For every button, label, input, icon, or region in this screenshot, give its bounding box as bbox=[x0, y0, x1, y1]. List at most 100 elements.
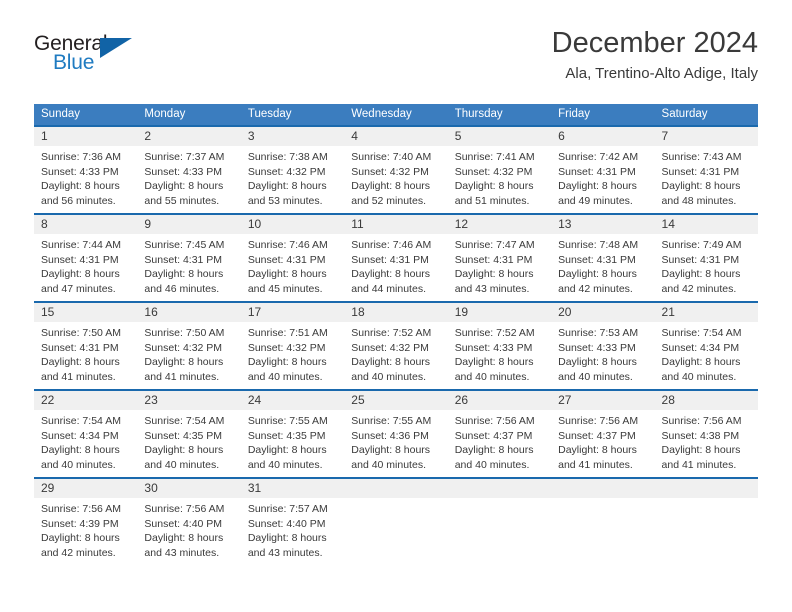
daylight-line-2: and 40 minutes. bbox=[351, 458, 426, 471]
day-number: 15 bbox=[41, 305, 55, 319]
day-number: 4 bbox=[351, 129, 358, 143]
sunset-line: Sunset: 4:31 PM bbox=[41, 253, 119, 266]
day-number: 13 bbox=[558, 217, 572, 231]
location-subtitle: Ala, Trentino-Alto Adige, Italy bbox=[565, 65, 758, 82]
day-cell[interactable]: 14 Sunrise: 7:49 AM Sunset: 4:31 PM Dayligh… bbox=[654, 215, 758, 301]
day-cell[interactable]: 21 Sunrise: 7:54 AM Sunset: 4:34 PM Dayligh… bbox=[654, 303, 758, 389]
day-info: Sunrise: 7:55 AM Sunset: 4:35 PM Daylight:… bbox=[241, 410, 344, 472]
day-cell[interactable]: 19 Sunrise: 7:52 AM Sunset: 4:33 PM Dayligh… bbox=[447, 303, 552, 389]
daylight-line-1: Daylight: 8 hours bbox=[247, 268, 327, 280]
day-cell[interactable]: 25 Sunrise: 7:55 AM Sunset: 4:36 PM Dayligh… bbox=[344, 391, 448, 477]
sunrise-line: Sunrise: 7:56 AM bbox=[144, 503, 225, 515]
daylight-line-2: and 43 minutes. bbox=[144, 546, 220, 559]
day-cell[interactable]: 16 Sunrise: 7:50 AM Sunset: 4:32 PM Dayligh… bbox=[137, 303, 241, 389]
daylight-line-2: and 42 minutes. bbox=[41, 546, 116, 559]
day-cell[interactable]: 10 Sunrise: 7:46 AM Sunset: 4:31 PM Dayligh… bbox=[240, 215, 345, 301]
day-cell[interactable]: 13 Sunrise: 7:48 AM Sunset: 4:31 PM Dayligh… bbox=[551, 215, 655, 301]
daylight-line-2: and 40 minutes. bbox=[454, 458, 530, 471]
sunrise-line: Sunrise: 7:52 AM bbox=[351, 327, 432, 339]
day-cell[interactable]: 6 Sunrise: 7:42 AM Sunset: 4:31 PM Daylight… bbox=[551, 127, 655, 213]
day-cell[interactable]: 24 Sunrise: 7:55 AM Sunset: 4:35 PM Dayligh… bbox=[240, 391, 345, 477]
day-cell[interactable]: 3 Sunrise: 7:38 AM Sunset: 4:32 PM Daylight… bbox=[240, 127, 345, 213]
daylight-line-1: Daylight: 8 hours bbox=[351, 268, 431, 280]
sunrise-line: Sunrise: 7:54 AM bbox=[144, 415, 225, 427]
sunset-line: Sunset: 4:32 PM bbox=[144, 341, 223, 354]
daylight-line-1: Daylight: 8 hours bbox=[454, 180, 534, 192]
day-info: Sunrise: 7:47 AM Sunset: 4:31 PM Daylight:… bbox=[448, 234, 551, 296]
sunrise-line: Sunrise: 7:46 AM bbox=[351, 239, 432, 251]
day-cell[interactable]: 28 Sunrise: 7:56 AM Sunset: 4:38 PM Dayligh… bbox=[654, 391, 758, 477]
day-cell[interactable]: 11 Sunrise: 7:46 AM Sunset: 4:31 PM Dayligh… bbox=[344, 215, 448, 301]
day-number: 31 bbox=[247, 481, 262, 495]
day-number: 16 bbox=[144, 305, 158, 319]
daylight-line-2: and 41 minutes. bbox=[558, 458, 633, 471]
sunrise-line: Sunrise: 7:49 AM bbox=[661, 239, 742, 251]
day-cell[interactable]: 26 Sunrise: 7:56 AM Sunset: 4:37 PM Dayligh… bbox=[447, 391, 552, 477]
week-row: 15 Sunrise: 7:50 AM Sunset: 4:31 PM Dayligh… bbox=[34, 301, 758, 389]
day-number: 28 bbox=[661, 393, 675, 407]
day-cell[interactable]: 7 Sunrise: 7:43 AM Sunset: 4:31 PM Daylight… bbox=[654, 127, 758, 213]
day-cell[interactable]: 8 Sunrise: 7:44 AM Sunset: 4:31 PM Daylight… bbox=[34, 215, 138, 301]
sunset-line: Sunset: 4:33 PM bbox=[41, 165, 119, 178]
day-cell[interactable]: 12 Sunrise: 7:47 AM Sunset: 4:31 PM Dayligh… bbox=[447, 215, 552, 301]
daylight-line-1: Daylight: 8 hours bbox=[41, 532, 120, 544]
day-info: Sunrise: 7:56 AM Sunset: 4:37 PM Daylight:… bbox=[448, 410, 551, 472]
day-cell[interactable]: 1 Sunrise: 7:36 AM Sunset: 4:33 PM Daylight… bbox=[34, 127, 138, 213]
general-blue-logo[interactable]: General Blue bbox=[34, 32, 154, 88]
sunrise-line: Sunrise: 7:50 AM bbox=[41, 327, 121, 339]
day-cell-empty bbox=[447, 479, 552, 565]
day-number-band: 15 bbox=[34, 303, 138, 322]
sunset-line: Sunset: 4:32 PM bbox=[247, 341, 326, 354]
sunset-line: Sunset: 4:33 PM bbox=[144, 165, 223, 178]
day-cell[interactable]: 31 Sunrise: 7:57 AM Sunset: 4:40 PM Dayligh… bbox=[240, 479, 345, 565]
daylight-line-2: and 43 minutes. bbox=[454, 282, 530, 295]
day-number: 1 bbox=[41, 129, 48, 143]
day-number: 18 bbox=[351, 305, 365, 319]
day-info: Sunrise: 7:43 AM Sunset: 4:31 PM Daylight:… bbox=[655, 146, 758, 208]
daylight-line-1: Daylight: 8 hours bbox=[144, 532, 224, 544]
sunset-line: Sunset: 4:35 PM bbox=[144, 429, 223, 442]
day-cell[interactable]: 17 Sunrise: 7:51 AM Sunset: 4:32 PM Dayligh… bbox=[240, 303, 345, 389]
sunset-line: Sunset: 4:31 PM bbox=[41, 341, 119, 354]
day-info: Sunrise: 7:56 AM Sunset: 4:38 PM Daylight:… bbox=[655, 410, 758, 472]
day-cell[interactable]: 15 Sunrise: 7:50 AM Sunset: 4:31 PM Dayligh… bbox=[34, 303, 138, 389]
sunrise-line: Sunrise: 7:44 AM bbox=[41, 239, 121, 251]
day-cell[interactable]: 5 Sunrise: 7:41 AM Sunset: 4:32 PM Daylight… bbox=[447, 127, 552, 213]
day-cell-empty bbox=[654, 479, 758, 565]
daylight-line-1: Daylight: 8 hours bbox=[144, 268, 224, 280]
day-cell[interactable]: 23 Sunrise: 7:54 AM Sunset: 4:35 PM Dayligh… bbox=[137, 391, 241, 477]
day-number: 21 bbox=[661, 305, 675, 319]
day-number-band: 11 bbox=[344, 215, 448, 234]
day-number-band bbox=[344, 479, 448, 498]
day-cell[interactable]: 29 Sunrise: 7:56 AM Sunset: 4:39 PM Dayligh… bbox=[34, 479, 138, 565]
day-cell[interactable]: 18 Sunrise: 7:52 AM Sunset: 4:32 PM Dayligh… bbox=[344, 303, 448, 389]
daylight-line-2: and 40 minutes. bbox=[247, 458, 323, 471]
day-cell[interactable]: 2 Sunrise: 7:37 AM Sunset: 4:33 PM Daylight… bbox=[137, 127, 241, 213]
day-info: Sunrise: 7:42 AM Sunset: 4:31 PM Daylight:… bbox=[551, 146, 654, 208]
daylight-line-1: Daylight: 8 hours bbox=[247, 532, 327, 544]
sunset-line: Sunset: 4:32 PM bbox=[351, 341, 429, 354]
day-number: 17 bbox=[247, 305, 262, 319]
day-cell[interactable]: 4 Sunrise: 7:40 AM Sunset: 4:32 PM Daylight… bbox=[344, 127, 448, 213]
weekday-header-sunday: Sunday bbox=[41, 108, 81, 120]
day-cell[interactable]: 20 Sunrise: 7:53 AM Sunset: 4:33 PM Dayligh… bbox=[551, 303, 655, 389]
day-cell[interactable]: 27 Sunrise: 7:56 AM Sunset: 4:37 PM Dayligh… bbox=[551, 391, 655, 477]
sunset-line: Sunset: 4:34 PM bbox=[661, 341, 740, 354]
title-block: December 2024 Ala, Trentino-Alto Adige, … bbox=[552, 26, 758, 83]
calendar-grid: Sunday Monday Tuesday Wednesday Thursday… bbox=[34, 104, 758, 565]
sunset-line: Sunset: 4:37 PM bbox=[558, 429, 636, 442]
day-number-band: 13 bbox=[551, 215, 655, 234]
sunset-line: Sunset: 4:31 PM bbox=[661, 253, 740, 266]
daylight-line-1: Daylight: 8 hours bbox=[558, 180, 637, 192]
daylight-line-1: Daylight: 8 hours bbox=[41, 268, 120, 280]
day-number: 23 bbox=[144, 393, 158, 407]
daylight-line-2: and 42 minutes. bbox=[661, 282, 737, 295]
daylight-line-2: and 56 minutes. bbox=[41, 194, 116, 207]
day-cell[interactable]: 22 Sunrise: 7:54 AM Sunset: 4:34 PM Dayligh… bbox=[34, 391, 138, 477]
day-cell[interactable]: 30 Sunrise: 7:56 AM Sunset: 4:40 PM Dayligh… bbox=[137, 479, 241, 565]
daylight-line-1: Daylight: 8 hours bbox=[351, 356, 431, 368]
day-number-band: 22 bbox=[34, 391, 138, 410]
day-cell[interactable]: 9 Sunrise: 7:45 AM Sunset: 4:31 PM Daylight… bbox=[137, 215, 241, 301]
daylight-line-1: Daylight: 8 hours bbox=[41, 444, 120, 456]
day-info: Sunrise: 7:57 AM Sunset: 4:40 PM Daylight:… bbox=[241, 498, 344, 560]
